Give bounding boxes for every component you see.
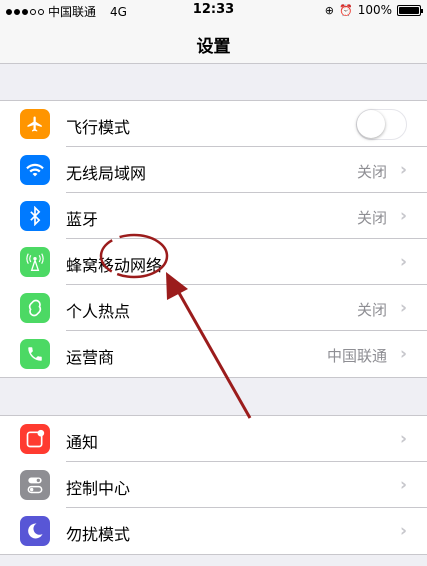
alarm-icon: ⏰ <box>338 3 353 17</box>
settings-row-phone[interactable]: 运营商 中国联通 › <box>0 331 427 377</box>
cellular-icon <box>20 247 50 277</box>
settings-row-value: 中国联通 <box>326 347 387 365</box>
settings-row-value: 关闭 <box>356 301 387 319</box>
settings-row-moon[interactable]: 勿扰模式 › <box>0 508 427 554</box>
settings-row-label: 个人热点 <box>66 302 131 321</box>
settings-row-value: 关闭 <box>356 209 387 227</box>
settings-row-value: 关闭 <box>356 163 387 181</box>
status-bar: 中国联通 4G 12:33 ⊕ ⏰ 100% <box>0 0 427 20</box>
moon-icon <box>20 516 50 546</box>
rotation-lock-icon: ⊕ <box>324 3 334 17</box>
settings-row-label: 运营商 <box>66 348 115 367</box>
settings-row-hotspot[interactable]: 个人热点 关闭 › <box>0 285 427 331</box>
settings-row-notifications[interactable]: 通知 › <box>0 416 427 462</box>
settings-row-label: 通知 <box>66 433 99 452</box>
chevron-right-icon: › <box>399 206 407 226</box>
airplane-icon <box>20 109 50 139</box>
settings-row-control-center[interactable]: 控制中心 › <box>0 462 427 508</box>
chevron-right-icon: › <box>399 344 407 364</box>
settings-row-label: 勿扰模式 <box>66 525 131 544</box>
settings-row-label: 无线局域网 <box>66 164 147 183</box>
notifications-icon <box>20 424 50 454</box>
settings-row-label: 蓝牙 <box>66 210 99 229</box>
toggle-knob <box>357 110 385 138</box>
chevron-right-icon: › <box>399 429 407 449</box>
battery-percent: 100% <box>357 3 392 17</box>
status-right: ⊕ ⏰ 100% <box>324 3 423 17</box>
control-center-icon <box>20 470 50 500</box>
wifi-icon <box>20 155 50 185</box>
settings-row-label: 飞行模式 <box>66 118 131 137</box>
battery-icon <box>397 4 423 16</box>
settings-row-label: 控制中心 <box>66 479 131 498</box>
navigation-bar: 设置 <box>0 20 427 64</box>
chevron-right-icon: › <box>399 160 407 180</box>
chevron-right-icon: › <box>399 252 407 272</box>
settings-group-connectivity: 飞行模式 无线局域网 关闭 › 蓝牙 关闭 › 蜂窝移动网络 › 个人热点 关闭 › 运营商 中国联通 › <box>0 100 427 378</box>
hotspot-icon <box>20 293 50 323</box>
chevron-right-icon: › <box>399 298 407 318</box>
chevron-right-icon: › <box>399 521 407 541</box>
settings-group-system: 通知 › 控制中心 › 勿扰模式 › <box>0 415 427 555</box>
bluetooth-icon <box>20 201 50 231</box>
settings-row-wifi[interactable]: 无线局域网 关闭 › <box>0 147 427 193</box>
settings-row-bluetooth[interactable]: 蓝牙 关闭 › <box>0 193 427 239</box>
chevron-right-icon: › <box>399 475 407 495</box>
settings-row-cellular[interactable]: 蜂窝移动网络 › <box>0 239 427 285</box>
airplane-mode-toggle[interactable] <box>356 109 407 140</box>
settings-row-airplane[interactable]: 飞行模式 <box>0 101 427 147</box>
phone-icon <box>20 339 50 369</box>
settings-row-label: 蜂窝移动网络 <box>66 256 163 275</box>
page-title: 设置 <box>196 37 231 57</box>
